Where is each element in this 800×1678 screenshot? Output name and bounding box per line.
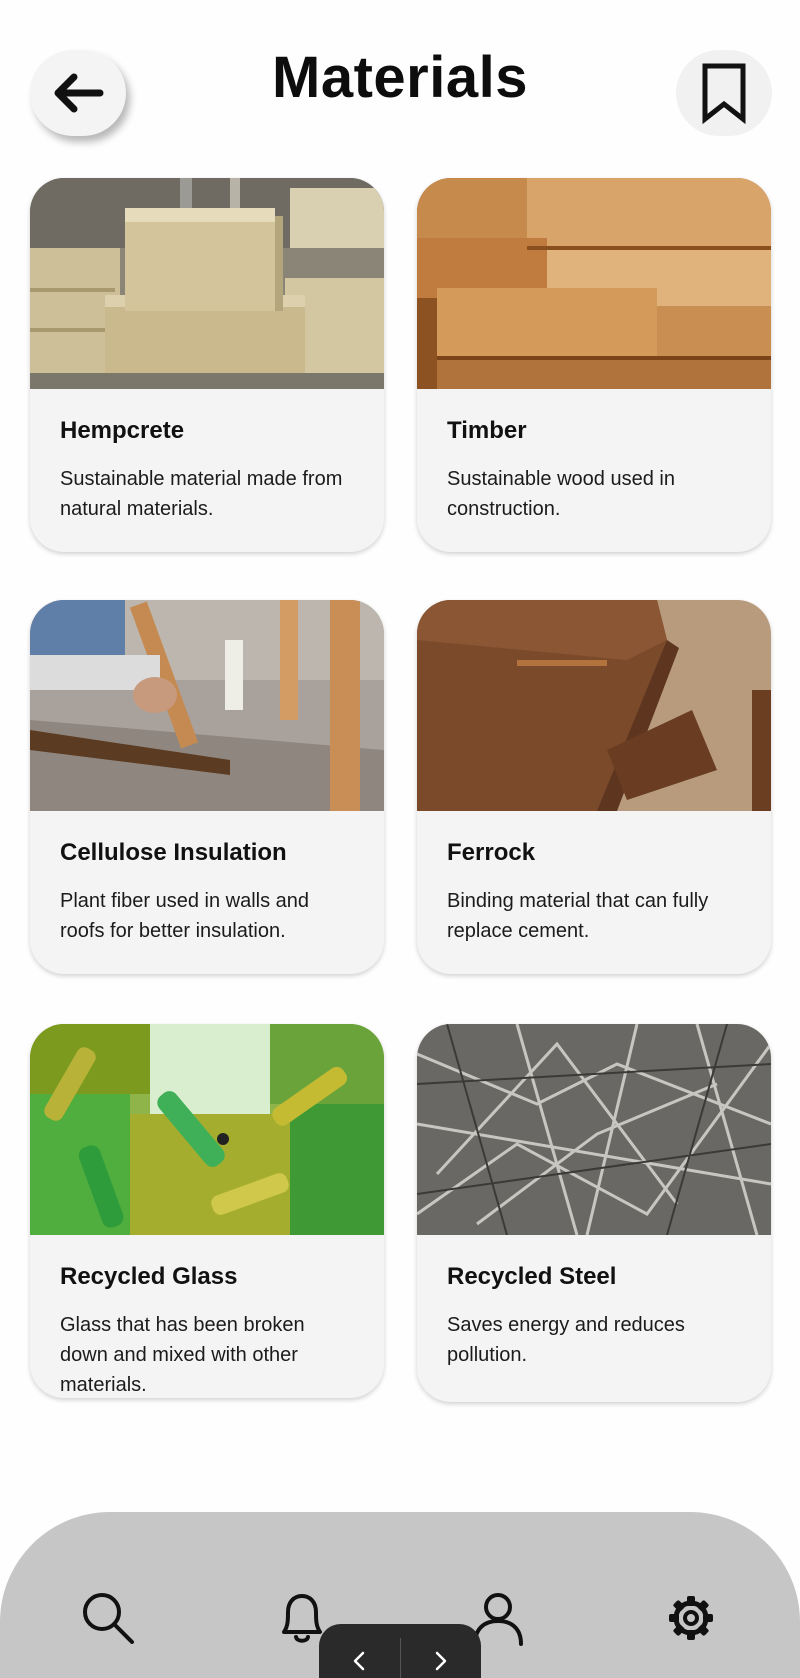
material-description: Plant fiber used in walls and roofs for … [60, 890, 310, 942]
material-description: Saves energy and reduces pollution. [447, 1314, 685, 1366]
material-title: Ferrock [447, 839, 536, 866]
material-card-recycled-glass[interactable]: Recycled Glass Glass that has been broke… [30, 1024, 384, 1398]
material-card-recycled-steel[interactable]: Recycled Steel Saves energy and reduces … [417, 1024, 771, 1402]
search-icon [83, 1593, 134, 1644]
chevron-left-icon [354, 1651, 365, 1671]
material-description: Binding material that can fully replace … [447, 890, 709, 942]
material-description: Glass that has been broken down and mixe… [60, 1314, 305, 1396]
material-card-hempcrete[interactable]: Hempcrete Sustainable material made from… [30, 178, 384, 552]
bookmark-icon [702, 63, 746, 124]
chevron-right-icon [435, 1651, 446, 1671]
pager-next-button[interactable] [401, 1624, 482, 1678]
recycled-glass-bottles-photo [30, 1024, 384, 1235]
material-card-timber[interactable]: Timber Sustainable wood used in construc… [417, 178, 771, 552]
material-card-cellulose-insulation[interactable]: Cellulose Insulation Plant fiber used in… [30, 600, 384, 974]
pager-prev-button[interactable] [319, 1624, 400, 1678]
material-card-ferrock[interactable]: Ferrock Binding material that can fully … [417, 600, 771, 974]
timber-planks-photo [417, 178, 771, 389]
pager [319, 1624, 481, 1678]
recycled-steel-scrap-photo [417, 1024, 771, 1235]
material-title: Cellulose Insulation [60, 839, 287, 866]
cellulose-insulation-photo [30, 600, 384, 811]
nav-settings[interactable] [663, 1590, 719, 1646]
material-title: Recycled Glass [60, 1263, 238, 1290]
material-title: Timber [447, 417, 527, 444]
material-description: Sustainable wood used in construction. [447, 468, 675, 520]
bookmark-button[interactable] [676, 50, 772, 136]
gear-icon [669, 1596, 713, 1640]
nav-search[interactable] [80, 1590, 136, 1646]
material-title: Hempcrete [60, 417, 185, 444]
material-description: Sustainable material made from natural m… [60, 468, 343, 520]
ferrock-slabs-photo [417, 600, 771, 811]
materials-screen: Materials Hempcrete Sustainable material… [0, 0, 800, 1678]
material-title: Recycled Steel [447, 1263, 617, 1290]
hempcrete-blocks-photo [30, 178, 384, 389]
